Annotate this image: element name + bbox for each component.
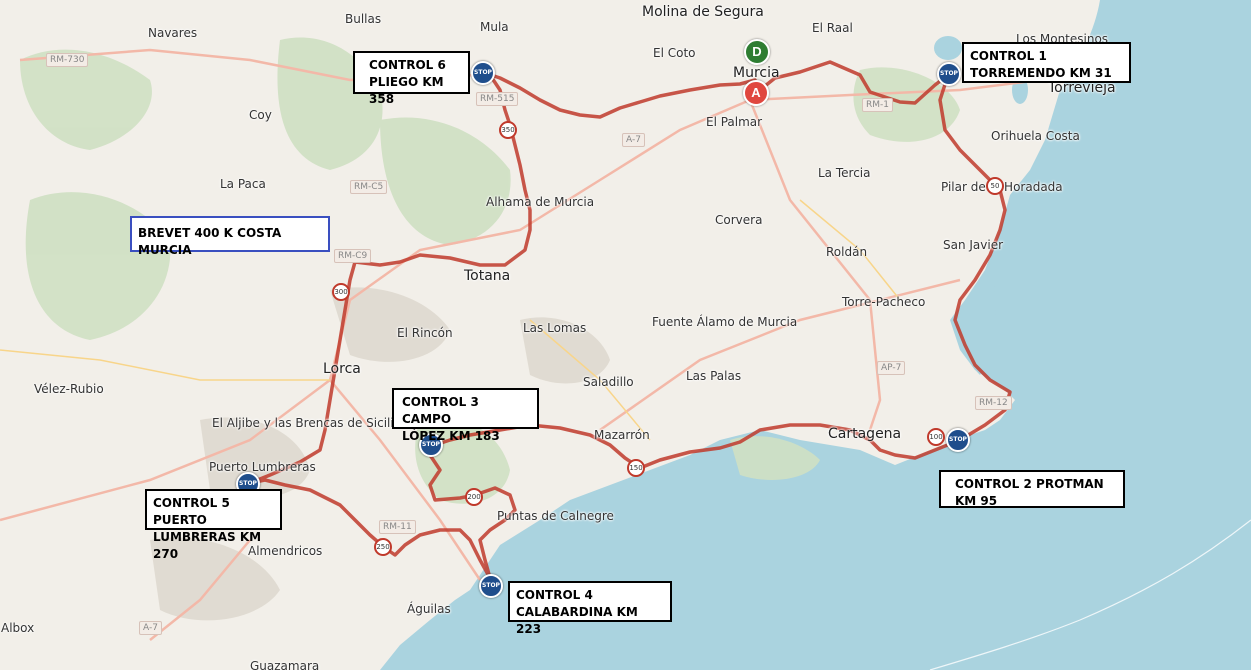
stop-marker-control-6[interactable]: STOP [471, 61, 495, 85]
road-shield: RM-C5 [350, 180, 388, 194]
control-box-3: CONTROL 3 CAMPO LÓPEZ KM 183 [392, 388, 539, 443]
control-label-line2: LUMBRERAS KM 270 [153, 530, 262, 561]
control-box-4: CONTROL 4 CALABARDINA KM 223 [508, 581, 672, 636]
place-label: San Javier [943, 238, 1004, 252]
control-label-line2: LÓPEZ KM 183 [402, 429, 500, 443]
place-label: Albox [1, 621, 35, 635]
end-pin[interactable]: A [743, 80, 769, 106]
km-marker: 150 [627, 459, 645, 477]
control-label-line2: CALABARDINA KM 223 [516, 605, 638, 636]
place-label: Las Lomas [523, 321, 587, 335]
control-label-line2: PLIEGO KM 358 [369, 75, 444, 106]
place-label: La Paca [220, 177, 266, 191]
place-label: Alhama de Murcia [486, 195, 595, 209]
place-label: El Aljibe y las Brencas de Sicilia [212, 416, 402, 430]
place-label: El Rincón [397, 326, 453, 340]
place-label: Saladillo [583, 375, 634, 389]
road-shield: RM-1 [862, 98, 893, 112]
place-label: Navares [148, 26, 198, 40]
road-shield: A-7 [139, 621, 162, 635]
place-label: El Raal [812, 21, 853, 35]
control-label-line2: KM 95 [955, 494, 998, 508]
place-label: Mula [480, 20, 509, 34]
place-label: Coy [249, 108, 272, 122]
start-pin[interactable]: D [744, 39, 770, 65]
control-label-line1: CONTROL 5 PUERTO [153, 496, 230, 527]
place-label: Las Palas [686, 369, 742, 383]
road-shield: RM-11 [379, 520, 416, 534]
control-box-6: CONTROL 6 PLIEGO KM 358 [353, 51, 470, 106]
place-label: Puerto Lumbreras [209, 460, 316, 474]
road-shield: AP-7 [877, 361, 906, 375]
road-shield: RM-515 [476, 92, 519, 106]
control-box-1: CONTROL 1 TORREMENDO KM 31 [962, 42, 1131, 83]
km-marker: 50 [986, 177, 1004, 195]
map-title: BREVET 400 K COSTA MURCIA [130, 216, 330, 257]
control-label-line1: CONTROL 2 PROTMAN [955, 477, 1104, 491]
stop-marker-control-1[interactable]: STOP [937, 62, 961, 86]
road-shield: RM-730 [46, 53, 89, 67]
road-shield: RM-C9 [334, 249, 372, 263]
place-label: Vélez-Rubio [34, 382, 104, 396]
km-marker: 100 [927, 428, 945, 446]
place-label: Lorca [323, 361, 361, 377]
place-label: Puntas de Calnegre [497, 509, 614, 523]
control-box-2: CONTROL 2 PROTMAN KM 95 [939, 470, 1125, 508]
place-label: El Coto [653, 46, 696, 60]
place-label: Cartagena [828, 426, 902, 442]
place-label: Guazamara [250, 659, 320, 670]
control-label-line1: CONTROL 1 [970, 49, 1047, 63]
place-label: La Tercia [818, 166, 871, 180]
km-marker: 200 [465, 488, 483, 506]
place-label: Roldán [826, 245, 868, 259]
map-canvas [0, 0, 1251, 670]
place-label: Corvera [715, 213, 763, 227]
road-shield: RM-12 [975, 396, 1012, 410]
control-label-line1: CONTROL 3 CAMPO [402, 395, 479, 426]
place-label: Bullas [345, 12, 382, 26]
place-label: Fuente Álamo de Murcia [652, 315, 798, 329]
map-view[interactable]: Bullas Mula Molina de Segura Navares El … [0, 0, 1251, 670]
control-label-line1: CONTROL 6 [369, 58, 446, 72]
place-label: El Palmar [706, 115, 763, 129]
control-label-line1: CONTROL 4 [516, 588, 593, 602]
place-label: Totana [464, 268, 511, 284]
place-label: Orihuela Costa [991, 129, 1080, 143]
stop-marker-control-2[interactable]: STOP [946, 428, 970, 452]
control-label-line2: TORREMENDO KM 31 [970, 66, 1112, 80]
place-label: Murcia [733, 65, 780, 81]
stop-marker-control-4[interactable]: STOP [479, 574, 503, 598]
place-label: Mazarrón [594, 428, 650, 442]
place-label: Molina de Segura [642, 4, 764, 20]
salt-lake [934, 36, 962, 60]
place-label: Torre-Pacheco [842, 295, 926, 309]
km-marker: 250 [374, 538, 392, 556]
km-marker: 300 [332, 283, 350, 301]
road-shield: A-7 [622, 133, 645, 147]
control-box-5: CONTROL 5 PUERTO LUMBRERAS KM 270 [145, 489, 282, 561]
place-label: Águilas [407, 602, 451, 616]
km-marker: 350 [499, 121, 517, 139]
